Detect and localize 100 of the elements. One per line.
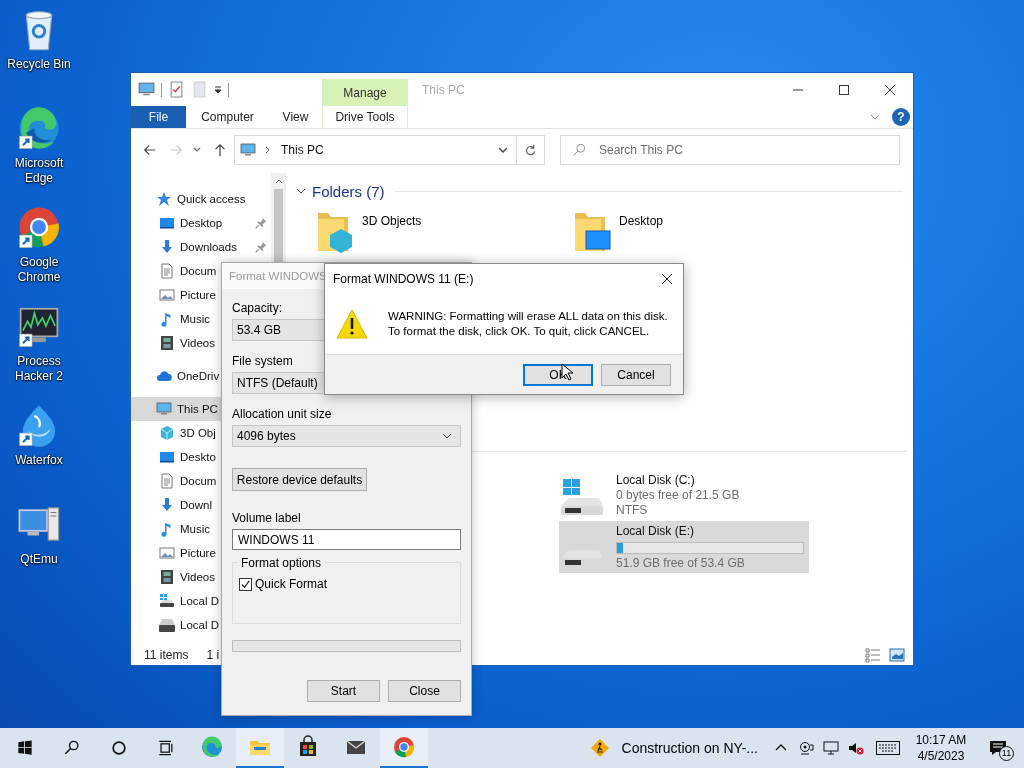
nav-item-label: Local D bbox=[180, 595, 219, 607]
pin-icon[interactable] bbox=[255, 217, 267, 229]
wave-logo-icon bbox=[200, 735, 224, 759]
network-icon[interactable] bbox=[823, 740, 839, 756]
drive-item[interactable]: Local Disk (C:) 0 bytes free of 21.5 GB NTFS bbox=[559, 469, 809, 521]
cancel-button[interactable]: Cancel bbox=[601, 363, 671, 386]
nav-item-label: 3D Obj bbox=[180, 427, 216, 439]
restore-defaults-button[interactable]: Restore device defaults bbox=[232, 468, 367, 491]
tiles-view-icon[interactable] bbox=[889, 647, 905, 663]
group-title: Format options bbox=[238, 556, 325, 570]
chevron-down-icon[interactable] bbox=[498, 147, 508, 153]
cube-icon bbox=[159, 425, 175, 441]
checkbox-label[interactable]: Quick Format bbox=[255, 577, 327, 591]
news-widget[interactable]: Construction on NY-... bbox=[583, 728, 764, 768]
drive-space: 0 bytes free of 21.5 GB bbox=[616, 488, 740, 503]
up-arrow-icon[interactable] bbox=[213, 143, 227, 157]
nav-item-label: Videos bbox=[180, 571, 215, 583]
nav-item-label: This PC bbox=[177, 403, 218, 415]
search-field[interactable]: Search This PC bbox=[560, 135, 900, 165]
maximize-icon bbox=[839, 84, 849, 95]
nav-item-label: Downl bbox=[180, 499, 212, 511]
drive-icon bbox=[561, 498, 603, 515]
webcam-icon[interactable] bbox=[798, 740, 814, 756]
caret-icon[interactable] bbox=[214, 85, 222, 94]
nav-item[interactable]: Local D bbox=[131, 613, 271, 637]
checkbox[interactable] bbox=[239, 577, 252, 591]
nav-item-label: Local D bbox=[180, 619, 219, 631]
refresh-button[interactable] bbox=[517, 135, 545, 165]
selection-count: 1 i bbox=[206, 648, 220, 662]
field-label: Capacity: bbox=[232, 301, 284, 315]
chevron-down-icon[interactable] bbox=[193, 146, 201, 154]
group-header[interactable]: Folders (7) bbox=[312, 182, 385, 200]
volume-muted-icon[interactable] bbox=[848, 740, 864, 756]
start-button[interactable]: Start bbox=[307, 680, 380, 702]
circle-logo-icon[interactable] bbox=[16, 204, 62, 250]
refresh-icon bbox=[524, 143, 537, 157]
cloud-icon bbox=[156, 368, 172, 384]
close-button[interactable]: Close bbox=[388, 680, 461, 702]
item-count: 11 items bbox=[144, 648, 189, 662]
notification-button[interactable]: 11 bbox=[986, 733, 1016, 763]
field-label: Volume label bbox=[232, 511, 302, 525]
nav-item-label: Desktop bbox=[180, 217, 223, 229]
close-icon bbox=[661, 273, 673, 285]
picture-icon bbox=[159, 287, 175, 303]
desktop-icon-label[interactable]: Process Hacker 2 bbox=[2, 354, 76, 384]
document-icon bbox=[159, 473, 175, 489]
breadcrumb[interactable]: This PC bbox=[281, 143, 324, 157]
nav-item-label: Quick access bbox=[177, 193, 246, 205]
nav-item[interactable]: Quick access bbox=[131, 187, 271, 211]
drive-name: Local Disk (C:) bbox=[616, 472, 696, 488]
desktop-icon-label[interactable]: Microsoft Edge bbox=[2, 156, 76, 186]
star-icon bbox=[156, 191, 172, 207]
ribbon-tab[interactable]: Computer bbox=[186, 106, 269, 128]
address-bar[interactable]: This PC bbox=[234, 135, 517, 165]
pin-icon[interactable] bbox=[255, 241, 267, 253]
download-icon bbox=[159, 497, 175, 513]
dropdown[interactable]: 4096 bytes bbox=[232, 425, 461, 447]
nav-item-label: Downloads bbox=[180, 241, 237, 253]
nav-item[interactable]: Desktop bbox=[131, 211, 271, 235]
window-title: This PC bbox=[422, 82, 465, 97]
ribbon-tab[interactable]: View bbox=[269, 106, 322, 128]
back-arrow-icon[interactable] bbox=[143, 143, 157, 157]
checklist-icon[interactable] bbox=[168, 81, 185, 98]
drive-icon bbox=[561, 550, 603, 567]
drive-item[interactable]: Local Disk (E:) 51.9 GB free of 53.4 GB bbox=[559, 521, 809, 573]
start-button[interactable] bbox=[15, 738, 35, 758]
file-system-label: NTFS bbox=[616, 503, 649, 518]
folder-name[interactable]: Desktop bbox=[619, 214, 664, 228]
nav-item-label: Deskto bbox=[180, 451, 216, 463]
drive-space: 51.9 GB free of 53.4 GB bbox=[616, 556, 746, 571]
close-icon bbox=[885, 84, 895, 95]
desktop-icon-label[interactable]: Recycle Bin bbox=[2, 57, 76, 72]
monitor-icon[interactable] bbox=[138, 81, 155, 98]
expand-ribbon-icon[interactable] bbox=[870, 114, 880, 120]
nav-item[interactable]: Downloads bbox=[131, 235, 271, 259]
desktop-icon-label[interactable]: QtEmu bbox=[2, 552, 76, 567]
clock[interactable]: 10:17 AM 4/5/2023 bbox=[910, 732, 972, 764]
nav-item-label: Picture bbox=[180, 547, 216, 559]
warning-message: WARNING: Formatting will erase ALL data on this disk. bbox=[388, 309, 668, 324]
desktop-icon-label[interactable]: Waterfox bbox=[2, 453, 76, 468]
context-tab-header: Manage bbox=[322, 79, 408, 106]
nav-item[interactable]: Deskto bbox=[131, 445, 271, 469]
circle-logo-icon bbox=[392, 735, 416, 759]
desktop-icon-label[interactable]: Google Chrome bbox=[2, 255, 76, 285]
file-tab[interactable]: File bbox=[131, 106, 186, 128]
film-icon bbox=[159, 569, 175, 585]
picture-icon bbox=[159, 545, 175, 561]
chevron-down-icon bbox=[442, 433, 452, 439]
details-view-icon[interactable] bbox=[865, 647, 881, 663]
drive-icon bbox=[159, 617, 175, 633]
monitor-icon bbox=[156, 401, 172, 417]
help-button[interactable]: ? bbox=[892, 108, 910, 126]
drive-name: Local Disk (E:) bbox=[616, 523, 696, 539]
volume-label-field[interactable]: WINDOWS 11 bbox=[232, 529, 461, 550]
chevron-down-icon[interactable] bbox=[296, 188, 306, 194]
document-icon bbox=[159, 263, 175, 279]
circle-icon[interactable] bbox=[109, 738, 129, 758]
nav-item-label: Docum bbox=[180, 265, 217, 277]
keyboard-icon[interactable] bbox=[876, 741, 900, 755]
folder-name[interactable]: 3D Objects bbox=[362, 214, 422, 228]
